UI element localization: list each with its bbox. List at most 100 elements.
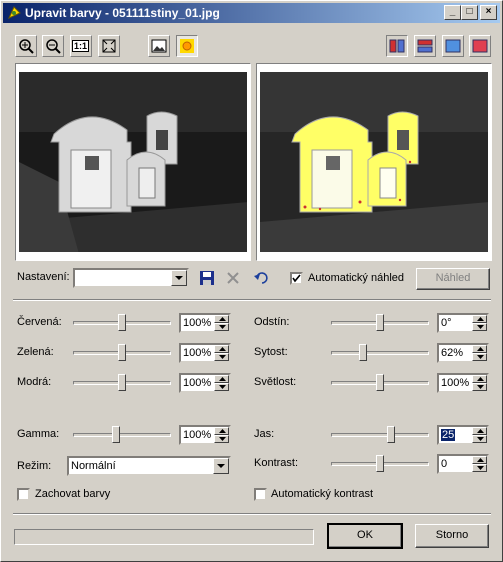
cancel-button[interactable]: Storno xyxy=(415,524,489,548)
slider-label: Sytost: xyxy=(254,346,288,358)
slider-thumb[interactable] xyxy=(376,374,384,391)
zoom-out-button[interactable] xyxy=(42,35,64,57)
slider[interactable] xyxy=(331,454,429,474)
slider-thumb[interactable] xyxy=(112,426,120,443)
split-vertical-button[interactable] xyxy=(386,35,408,57)
value-text[interactable]: 100% xyxy=(183,429,211,441)
value-text[interactable]: 0 xyxy=(441,458,447,470)
fit-window-button[interactable] xyxy=(98,35,120,57)
value-text[interactable]: 0° xyxy=(441,317,452,329)
spin-down-button[interactable] xyxy=(472,383,487,391)
chevron-down-icon xyxy=(217,464,225,468)
spin-arrows[interactable] xyxy=(472,427,487,443)
slider-thumb[interactable] xyxy=(376,314,384,331)
slider[interactable] xyxy=(331,425,429,445)
spin-down-button[interactable] xyxy=(472,353,487,361)
slider[interactable] xyxy=(73,373,171,393)
spin-up-button[interactable] xyxy=(472,315,487,323)
single-before-button[interactable] xyxy=(469,35,491,57)
maximize-button[interactable]: □ xyxy=(461,5,478,20)
zoom-in-button[interactable] xyxy=(15,35,37,57)
spin-down-button[interactable] xyxy=(214,435,229,443)
spin-arrows[interactable] xyxy=(214,375,229,391)
value-spinbox[interactable]: 100% xyxy=(437,373,489,393)
value-spinbox[interactable]: 100% xyxy=(179,425,231,445)
arrow-down-icon xyxy=(477,325,484,329)
actual-size-button[interactable]: 1:1 xyxy=(70,35,92,57)
value-text[interactable]: 62% xyxy=(441,347,463,359)
value-spinbox[interactable]: 0 xyxy=(437,454,489,474)
preset-dropdown-button[interactable] xyxy=(171,270,187,286)
spin-up-button[interactable] xyxy=(472,345,487,353)
spin-arrows[interactable] xyxy=(472,315,487,331)
spin-up-button[interactable] xyxy=(472,375,487,383)
spin-up-button[interactable] xyxy=(472,456,487,464)
preview-button[interactable]: Náhled xyxy=(416,268,490,290)
spin-up-button[interactable] xyxy=(214,375,229,383)
undo-button[interactable] xyxy=(251,268,273,288)
slider-thumb[interactable] xyxy=(118,314,126,331)
slider[interactable] xyxy=(73,313,171,333)
value-spinbox[interactable]: 0° xyxy=(437,313,489,333)
spin-down-button[interactable] xyxy=(214,353,229,361)
value-text[interactable]: 100% xyxy=(183,317,211,329)
mode-combo[interactable]: Normální xyxy=(67,456,231,476)
spin-arrows[interactable] xyxy=(472,375,487,391)
slider[interactable] xyxy=(331,343,429,363)
slider-thumb[interactable] xyxy=(376,455,384,472)
mode-dropdown-button[interactable] xyxy=(213,458,229,474)
arrow-down-icon xyxy=(219,355,226,359)
ok-button[interactable]: OK xyxy=(327,523,403,549)
value-spinbox[interactable]: 62% xyxy=(437,343,489,363)
slider-thumb[interactable] xyxy=(359,344,367,361)
spin-up-button[interactable] xyxy=(472,427,487,435)
split-horizontal-button[interactable] xyxy=(414,35,436,57)
spin-up-button[interactable] xyxy=(214,315,229,323)
adjusted-preview[interactable] xyxy=(256,63,492,261)
value-spinbox[interactable]: 25 xyxy=(437,425,489,445)
value-spinbox[interactable]: 100% xyxy=(179,373,231,393)
minimize-button[interactable]: _ xyxy=(444,5,461,20)
spin-down-button[interactable] xyxy=(214,383,229,391)
auto-preview-checkbox[interactable] xyxy=(290,272,303,285)
spin-down-button[interactable] xyxy=(472,464,487,472)
highlight-toggle-button[interactable] xyxy=(176,35,198,57)
value-spinbox[interactable]: 100% xyxy=(179,313,231,333)
value-spinbox[interactable]: 100% xyxy=(179,343,231,363)
spin-arrows[interactable] xyxy=(472,345,487,361)
single-after-button[interactable] xyxy=(442,35,464,57)
value-text[interactable]: 100% xyxy=(183,377,211,389)
auto-contrast-checkbox[interactable] xyxy=(254,488,267,501)
spin-up-button[interactable] xyxy=(214,345,229,353)
spin-arrows[interactable] xyxy=(214,427,229,443)
spin-arrows[interactable] xyxy=(214,315,229,331)
spin-arrows[interactable] xyxy=(472,456,487,472)
spin-down-button[interactable] xyxy=(472,435,487,443)
slider[interactable] xyxy=(73,425,171,445)
save-icon xyxy=(200,271,214,285)
slider-thumb[interactable] xyxy=(387,426,395,443)
slider-thumb[interactable] xyxy=(118,344,126,361)
spin-down-button[interactable] xyxy=(472,323,487,331)
arrow-up-icon xyxy=(219,347,226,351)
delete-preset-button[interactable] xyxy=(223,268,245,288)
save-preset-button[interactable] xyxy=(197,268,219,288)
close-button[interactable]: × xyxy=(480,5,497,20)
value-text[interactable]: 25 xyxy=(441,429,456,441)
slider[interactable] xyxy=(73,343,171,363)
keep-colors-checkbox[interactable] xyxy=(17,488,30,501)
value-text[interactable]: 100% xyxy=(183,347,211,359)
slider[interactable] xyxy=(331,313,429,333)
value-text[interactable]: 100% xyxy=(441,377,469,389)
auto-preview-label: Automatický náhled xyxy=(308,272,404,284)
arrow-up-icon xyxy=(219,429,226,433)
spin-arrows[interactable] xyxy=(214,345,229,361)
preset-combo[interactable] xyxy=(73,268,189,288)
original-preview[interactable] xyxy=(15,63,251,261)
slider-thumb[interactable] xyxy=(118,374,126,391)
arrow-up-icon xyxy=(477,377,484,381)
spin-up-button[interactable] xyxy=(214,427,229,435)
spin-down-button[interactable] xyxy=(214,323,229,331)
slider[interactable] xyxy=(331,373,429,393)
image-view-button[interactable] xyxy=(148,35,170,57)
